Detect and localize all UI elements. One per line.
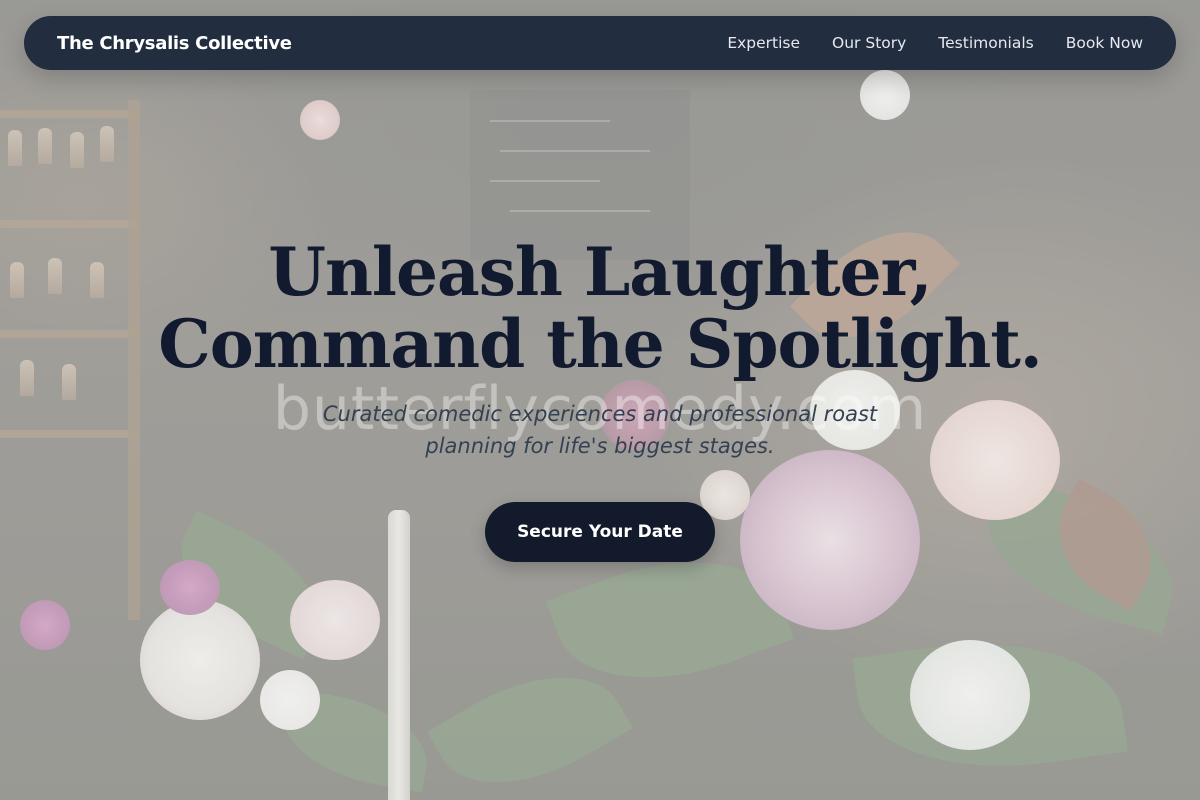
hero-title: Unleash Laughter, Command the Spotlight. [0, 236, 1200, 380]
top-navbar: The Chrysalis Collective Expertise Our S… [24, 16, 1176, 70]
hero-subtitle: Curated comedic experiences and professi… [322, 402, 878, 458]
nav-link-our-story[interactable]: Our Story [832, 34, 906, 52]
hero-section: Unleash Laughter, Command the Spotlight.… [0, 236, 1200, 562]
brand-logo-link[interactable]: The Chrysalis Collective [57, 33, 292, 54]
secure-date-button[interactable]: Secure Your Date [485, 502, 715, 562]
nav-link-testimonials[interactable]: Testimonials [938, 34, 1033, 52]
nav-link-expertise[interactable]: Expertise [727, 34, 800, 52]
nav-links: Expertise Our Story Testimonials Book No… [727, 34, 1143, 52]
nav-link-book-now[interactable]: Book Now [1066, 34, 1143, 52]
hero-title-line-1: Unleash Laughter, [268, 233, 932, 311]
hero-title-line-2: Command the Spotlight. [158, 305, 1043, 383]
